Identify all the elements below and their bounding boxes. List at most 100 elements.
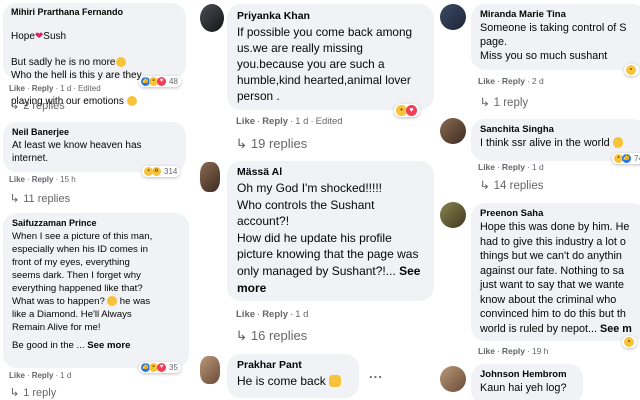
comment-author[interactable]: Prakhar Pant [237, 359, 349, 371]
avatar[interactable] [200, 356, 220, 384]
reply-link[interactable]: Reply [262, 116, 288, 127]
avatar[interactable] [440, 4, 466, 30]
comment-column-right: Miranda Marie Tina Someone is taking con… [436, 0, 640, 400]
avatar[interactable] [200, 4, 224, 32]
comment-actions: Like · Reply · 1 d · Edited [236, 116, 343, 127]
avatar[interactable] [440, 202, 466, 228]
like-link[interactable]: Like [236, 309, 255, 320]
comment-text: internet. [12, 153, 49, 164]
haha-reaction-icon: • [624, 337, 634, 347]
comment-time[interactable]: 1 d [532, 162, 544, 172]
view-replies-link[interactable]: ↳ 16 replies [235, 328, 307, 344]
reaction-summary[interactable]: • [624, 64, 639, 76]
comment-bubble: Preenon Saha Hope this was done by him. … [471, 203, 640, 341]
comment-text: Hope❤Sush [11, 31, 67, 42]
comment-bubble: Mihiri Prarthana Fernando Hope❤Sush But … [3, 3, 186, 107]
comment-author[interactable]: Saifuzzaman Prince [12, 218, 180, 228]
like-link[interactable]: Like [9, 175, 25, 184]
comment-bubble: Saifuzzaman Prince When I see a picture … [3, 213, 189, 368]
see-more-link[interactable]: See m [600, 323, 632, 335]
comment-author[interactable]: Preenon Saha [480, 208, 637, 219]
like-reaction-icon: 👍 [622, 154, 631, 163]
like-link[interactable]: Like [478, 76, 495, 86]
reply-link[interactable]: Reply [502, 76, 525, 86]
reply-arrow-icon: ↳ [235, 328, 248, 343]
comment-text: Hope this was done by him. He had to giv… [480, 221, 632, 335]
comment-author[interactable]: Neil Banerjee [12, 127, 177, 137]
wow-reaction-icon: o [152, 167, 161, 176]
comment-actions: Like · Reply · 1 d [236, 309, 309, 320]
reaction-summary[interactable]: • ♥ [394, 104, 420, 117]
like-link[interactable]: Like [478, 346, 495, 356]
like-link[interactable]: Like [9, 84, 25, 93]
avatar[interactable] [200, 162, 220, 192]
reaction-count: 74 [634, 154, 640, 163]
comment-bubble: Johnson Hembrom Kaun hai yeh log? [471, 364, 583, 400]
comment-author[interactable]: Johnson Hembrom [480, 369, 574, 380]
more-options-icon[interactable]: ... [369, 366, 383, 381]
reply-link[interactable]: Reply [32, 175, 54, 184]
view-replies-link[interactable]: ↳ 14 replies [480, 178, 544, 192]
see-more-link[interactable]: more [237, 280, 424, 296]
reaction-count: 48 [169, 77, 178, 86]
reply-link[interactable]: Reply [32, 84, 54, 93]
reply-link[interactable]: Reply [502, 162, 525, 172]
like-link[interactable]: Like [236, 116, 255, 127]
avatar[interactable] [440, 366, 466, 392]
comment-actions: Like · Reply · 1 d [478, 162, 544, 172]
reply-arrow-icon: ↳ [9, 100, 20, 112]
reply-arrow-icon: ↳ [479, 180, 491, 192]
avatar[interactable] [440, 118, 466, 144]
comment-time[interactable]: 1 d [295, 309, 308, 320]
comment-time[interactable]: 1 d [295, 116, 308, 127]
reaction-count: 314 [164, 167, 178, 176]
view-replies-link[interactable]: ↳ 19 replies [235, 136, 307, 152]
comment-text: If possible you come back among us.we ar… [237, 25, 413, 103]
see-more-link[interactable]: See more [87, 340, 130, 351]
view-replies-link[interactable]: ↳ 2 replies [10, 99, 65, 112]
reaction-count: 35 [169, 363, 178, 372]
comment-time[interactable]: 15 h [60, 175, 76, 184]
comment-actions: Like · Reply · 19 h [478, 346, 549, 356]
reaction-summary[interactable]: • 👍 74 [612, 153, 640, 164]
see-more-link[interactable]: See [399, 264, 420, 278]
comment-time[interactable]: 1 d [60, 84, 71, 93]
comment-author[interactable]: Priyanka Khan [237, 10, 424, 22]
view-replies-link[interactable]: ↳ 1 reply [479, 95, 529, 109]
reaction-summary[interactable]: 👍 • ♥ 48 [139, 76, 181, 87]
comment-author[interactable]: Miranda Marie Tina [480, 9, 637, 20]
reply-link[interactable]: Reply [262, 309, 288, 320]
comment-actions: Like · Reply · 1 d · Edited [9, 84, 101, 93]
crying-face-icon [612, 137, 624, 148]
comment-bubble: Miranda Marie Tina Someone is taking con… [471, 4, 640, 70]
comment-time[interactable]: 1 d [60, 371, 71, 380]
comment-time[interactable]: 19 h [532, 346, 549, 356]
reaction-summary[interactable]: 👍 • ♥ 35 [139, 362, 181, 373]
reaction-summary[interactable]: • o 314 [142, 166, 181, 177]
comment-author[interactable]: Sanchita Singha [480, 124, 637, 135]
comment-text: He is come back [237, 373, 349, 389]
reply-arrow-icon: ↳ [479, 97, 491, 109]
view-replies-link[interactable]: ↳ 1 reply [10, 386, 57, 399]
reply-arrow-icon: ↳ [9, 193, 20, 205]
comment-text: like a Diamond. He'll Always Remain Aliv… [12, 309, 132, 333]
sad-face-icon [115, 57, 126, 67]
view-replies-link[interactable]: ↳ 11 replies [9, 192, 71, 205]
edited-label: Edited [77, 84, 101, 93]
comment-author[interactable]: Mässä Al [237, 166, 424, 178]
comment-actions: Like · Reply · 1 d [9, 371, 72, 380]
love-reaction-icon: ♥ [157, 77, 166, 86]
like-link[interactable]: Like [9, 371, 25, 380]
comment-time[interactable]: 2 d [532, 76, 544, 86]
like-link[interactable]: Like [478, 162, 495, 172]
reply-link[interactable]: Reply [502, 346, 525, 356]
comment-text: Oh my God I'm shocked!!!!! Who controls … [237, 181, 421, 278]
column-divider [435, 0, 437, 400]
comment-bubble: Mässä Al Oh my God I'm shocked!!!!! Who … [227, 161, 434, 301]
reply-link[interactable]: Reply [32, 371, 54, 380]
comment-author[interactable]: Mihiri Prarthana Fernando [11, 7, 178, 17]
flexed-biceps-icon [329, 375, 342, 387]
love-reaction-icon: ♥ [157, 363, 166, 372]
comment-text: Someone is taking control of S page. Mis… [480, 22, 627, 62]
reaction-summary[interactable]: • [622, 336, 637, 348]
